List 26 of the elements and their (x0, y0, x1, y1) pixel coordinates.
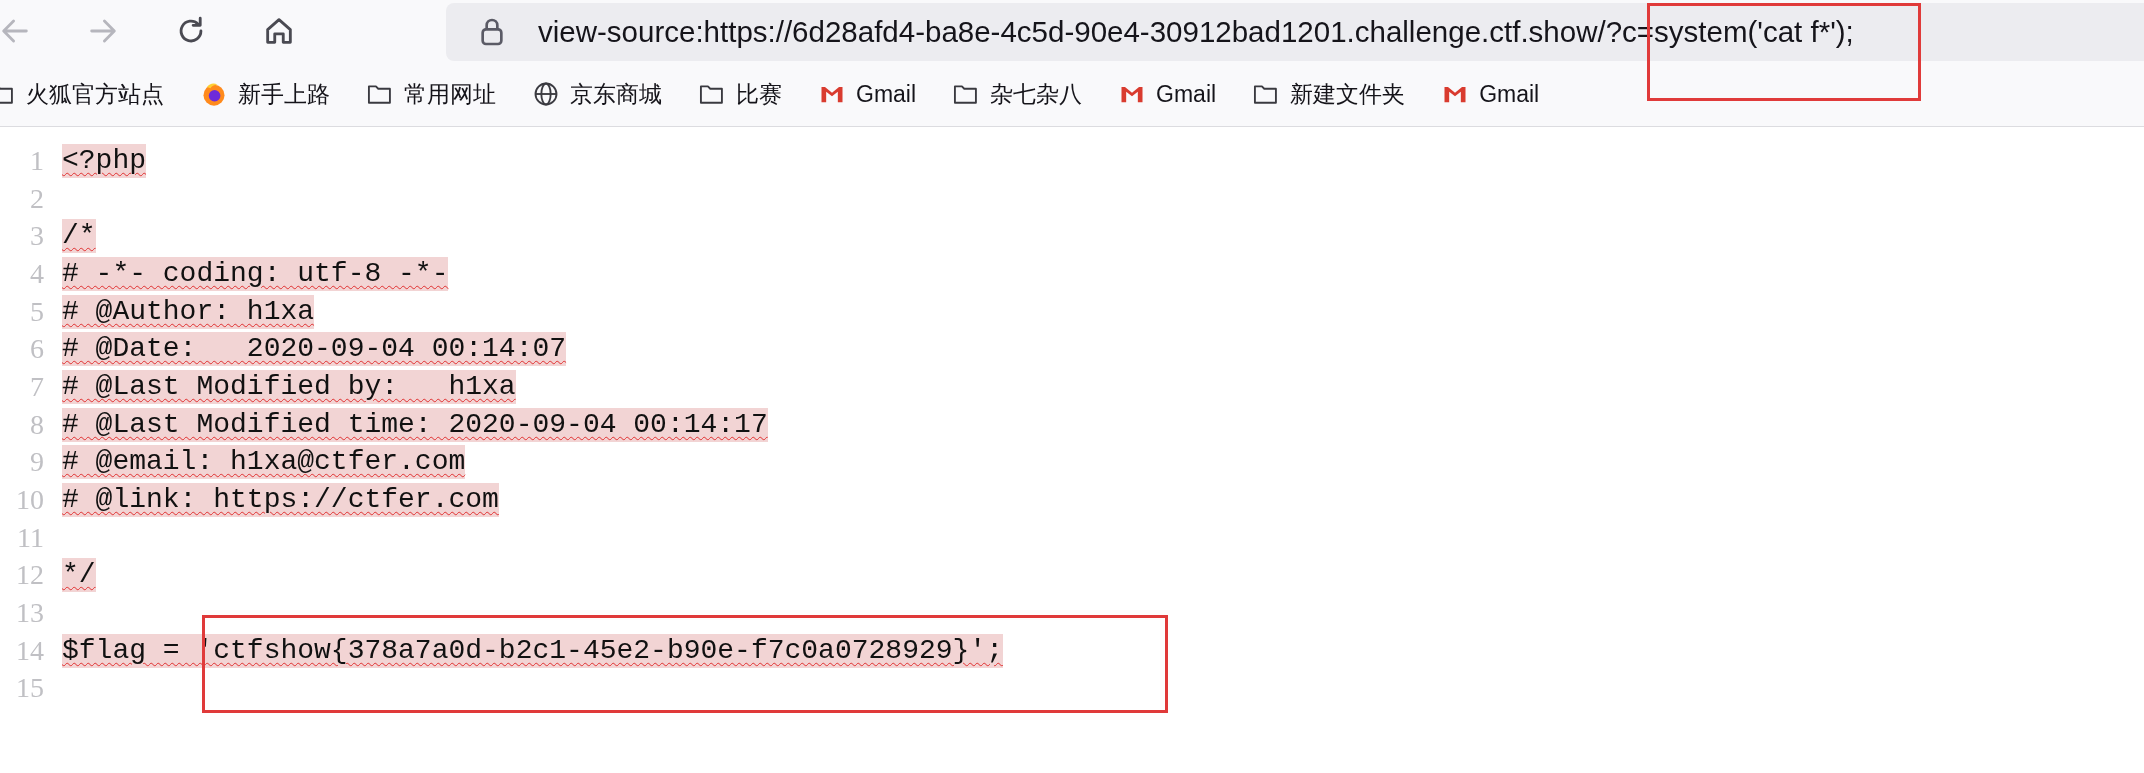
line-number: 12 (15, 559, 45, 592)
bookmark-item[interactable]: Gmail (1441, 80, 1540, 108)
bookmark-item[interactable]: Gmail (1118, 80, 1217, 108)
bookmark-item[interactable]: 新建文件夹 (1252, 78, 1406, 110)
bookmark-item[interactable]: 比赛 (698, 78, 782, 110)
bookmark-item[interactable]: 常用网址 (366, 78, 496, 110)
line-number: 1 (29, 144, 45, 177)
globe-icon (532, 80, 560, 108)
bookmark-item[interactable]: 新手上路 (200, 78, 330, 110)
line-number: 13 (15, 597, 45, 630)
line-number: 10 (15, 484, 45, 517)
line-number: 3 (29, 220, 45, 253)
line-number: 14 (15, 634, 45, 667)
line-number: 6 (29, 333, 45, 366)
line-number: 2 (29, 182, 45, 215)
line-number: 8 (29, 408, 45, 441)
bookmark-item[interactable]: 杂七杂八 (952, 78, 1083, 110)
line-number: 15 (15, 672, 45, 705)
line-number: 4 (29, 257, 45, 290)
line-number: 11 (16, 521, 45, 554)
bookmark-item[interactable]: 京东商城 (532, 78, 662, 110)
line-number: 5 (29, 295, 45, 328)
line-number: 9 (29, 446, 45, 479)
bookmark-item[interactable]: 火狐官方站点 (0, 78, 164, 110)
line-number: 7 (29, 370, 45, 403)
bookmark-item[interactable]: Gmail (818, 80, 917, 108)
